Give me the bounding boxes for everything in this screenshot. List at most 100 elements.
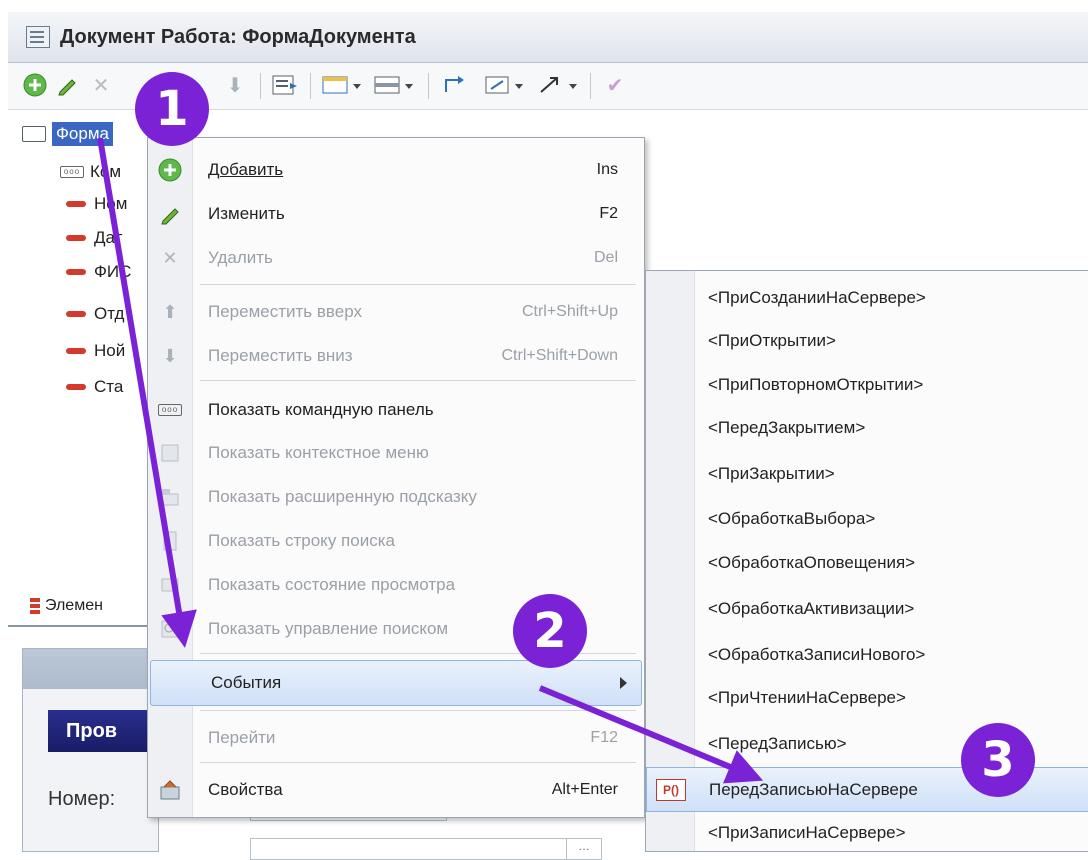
- menu-item-move-up[interactable]: ⬆ Переместить вверх Ctrl+Shift+Up: [148, 290, 644, 334]
- tree-item-field[interactable]: Дат: [66, 224, 122, 252]
- window-layout-icon[interactable]: [320, 72, 366, 98]
- menu-item-shortcut: Ctrl+Shift+Up: [521, 303, 618, 320]
- menu-item-events[interactable]: События: [150, 660, 642, 706]
- menu-item-goto[interactable]: Перейти F12: [148, 716, 644, 760]
- toolbar-separator: [428, 73, 429, 99]
- field-icon: [66, 348, 86, 354]
- window-title: Документ Работа: ФормаДокумента: [60, 25, 416, 48]
- submenu-item[interactable]: <ОбработкаВыбора>: [646, 497, 1088, 540]
- tree-item-label: Ном: [94, 194, 128, 213]
- tree-item-label: Ста: [94, 377, 124, 396]
- add-icon[interactable]: [22, 72, 48, 98]
- menu-item-label: Показать строку поиска: [208, 531, 395, 550]
- tree-item-field[interactable]: ФИС: [66, 258, 131, 286]
- form-view-icon[interactable]: [270, 72, 300, 98]
- procedure-icon: Р(): [656, 778, 686, 801]
- tree-item-field[interactable]: Ном: [66, 190, 127, 218]
- submenu-item[interactable]: <ПриСозданииНаСервере>: [646, 276, 1088, 319]
- pencil-icon: [157, 201, 183, 227]
- tree-item-field[interactable]: Ной: [66, 337, 125, 365]
- menu-item-label: Показать расширенную подсказку: [208, 487, 477, 506]
- preview-header: [23, 649, 158, 689]
- date-field[interactable]: …: [250, 838, 602, 860]
- menu-item-label: Показать управление поиском: [208, 619, 449, 638]
- menu-separator: [200, 710, 636, 711]
- menu-item-label: Удалить: [208, 248, 273, 267]
- submenu-item-label: <ОбработкаВыбора>: [708, 508, 876, 528]
- submenu-item-label: <ОбработкаОповещения>: [708, 552, 916, 572]
- tree-item-field[interactable]: Ста: [66, 373, 123, 401]
- submenu-item-label: <ОбработкаАктивизации>: [708, 598, 915, 618]
- menu-item-properties[interactable]: Свойства Alt+Enter: [148, 768, 644, 812]
- field-icon: [66, 235, 86, 241]
- field-icon: [66, 311, 86, 317]
- menu-item-label: События: [211, 673, 282, 692]
- submenu-item[interactable]: <ПриЧтенииНаСервере>: [646, 676, 1088, 719]
- menu-item-label: Показать командную панель: [208, 400, 434, 419]
- tab-elements[interactable]: Элемен: [30, 597, 103, 615]
- command-panel-icon: ooo: [157, 397, 183, 423]
- arrow-down-icon[interactable]: ⬇: [222, 72, 248, 98]
- submenu-item-label: ПередЗаписьюНаСервере: [709, 779, 918, 799]
- tree-item-label: Дат: [94, 228, 123, 247]
- submenu-item[interactable]: <ПриОткрытии>: [646, 319, 1088, 362]
- menu-item-label: Перейти: [208, 728, 276, 747]
- tree-item-command-panel[interactable]: ooo Ком: [60, 158, 121, 186]
- submenu-item[interactable]: <ОбработкаЗаписиНового>: [646, 633, 1088, 676]
- menu-item-shortcut: Ctrl+Shift+Down: [501, 347, 619, 364]
- submenu-item-label: <ПриПовторномОткрытии>: [708, 374, 924, 394]
- diagonal-arrow-icon[interactable]: [536, 72, 582, 98]
- tree-item-form[interactable]: Форма: [22, 120, 113, 148]
- context-menu: Добавить Ins Изменить F2 ✕ Удалить Del ⬆…: [147, 137, 645, 818]
- delete-icon[interactable]: ✕: [88, 72, 114, 98]
- menu-item-move-down[interactable]: ⬇ Переместить вниз Ctrl+Shift+Down: [148, 334, 644, 378]
- form-icon: [26, 26, 50, 48]
- tree-item-label: Форма: [52, 122, 113, 146]
- form-editor-window: Документ Работа: ФормаДокумента ✕ ⬇ ✔ Фо…: [0, 0, 1088, 860]
- menu-separator: [200, 380, 636, 381]
- submenu-item[interactable]: <ПриЗакрытии>: [646, 452, 1088, 495]
- checkmark-icon[interactable]: ✔: [600, 72, 630, 98]
- add-icon: [157, 157, 183, 183]
- submenu-item-label: <ПриЗакрытии>: [708, 463, 835, 483]
- context-menu-icon: [157, 440, 183, 466]
- resize-frame-icon[interactable]: [482, 72, 528, 98]
- toolbar-separator: [310, 73, 311, 99]
- search-control-icon: [157, 616, 183, 642]
- submenu-item[interactable]: <ПриПовторномОткрытии>: [646, 363, 1088, 406]
- toolbar-separator: [260, 73, 261, 99]
- menu-item-shortcut: F2: [599, 205, 618, 222]
- menu-item-add[interactable]: Добавить Ins: [148, 148, 644, 192]
- submenu-item[interactable]: <ПриЗаписиНаСервере>: [646, 811, 1088, 854]
- select-button[interactable]: …: [566, 839, 601, 859]
- view-state-icon: [157, 572, 183, 598]
- submenu-item[interactable]: <ПередЗакрытием>: [646, 406, 1088, 449]
- menu-item-shortcut: Alt+Enter: [551, 781, 618, 798]
- connect-arrow-icon[interactable]: [440, 72, 470, 98]
- tree-item-label: ФИС: [94, 262, 132, 281]
- panel-layout-icon[interactable]: [372, 72, 418, 98]
- menu-item-delete[interactable]: ✕ Удалить Del: [148, 236, 644, 280]
- elements-icon: [30, 598, 40, 614]
- menu-item-show-context-menu[interactable]: Показать контекстное меню: [148, 431, 644, 475]
- delete-icon: ✕: [162, 247, 178, 268]
- pane-divider: [8, 625, 153, 627]
- menu-item-show-tooltip[interactable]: Показать расширенную подсказку: [148, 475, 644, 519]
- submenu-item-label: <ПередЗаписью>: [708, 733, 847, 753]
- pencil-icon[interactable]: [54, 72, 80, 98]
- tree-item-field[interactable]: Отд: [66, 300, 124, 328]
- menu-item-show-command-panel[interactable]: ooo Показать командную панель: [148, 388, 644, 432]
- step-badge-1: 1: [135, 72, 209, 146]
- menu-separator: [200, 284, 636, 285]
- form-elements-tree: [8, 110, 148, 630]
- tree-item-label: Ной: [94, 341, 126, 360]
- menu-item-edit[interactable]: Изменить F2: [148, 192, 644, 236]
- menu-item-show-search-bar[interactable]: Показать строку поиска: [148, 519, 644, 563]
- menu-item-label: Добавить: [208, 160, 284, 179]
- submenu-item[interactable]: <ОбработкаОповещения>: [646, 541, 1088, 584]
- submenu-arrow-icon: [620, 677, 627, 689]
- arrow-down-icon: ⬇: [162, 345, 178, 366]
- submenu-item-label: <ОбработкаЗаписиНового>: [708, 644, 926, 664]
- submenu-item[interactable]: <ОбработкаАктивизации>: [646, 587, 1088, 630]
- menu-item-label: Переместить вниз: [208, 346, 353, 365]
